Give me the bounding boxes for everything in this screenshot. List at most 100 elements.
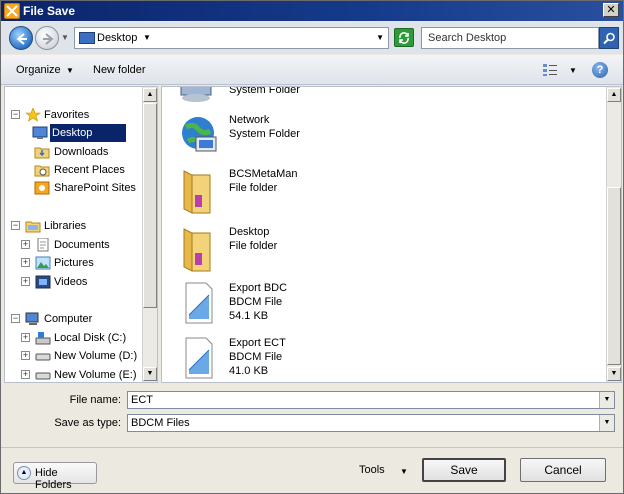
tools-button[interactable]: Tools: [359, 464, 385, 476]
refresh-button[interactable]: [394, 28, 414, 47]
expand-icon[interactable]: +: [21, 333, 30, 342]
drive-icon: [35, 368, 51, 382]
file-size: 41.0 KB: [229, 365, 269, 377]
videos-icon: [35, 275, 51, 289]
navigation-scrollbar[interactable]: ▲ ▼: [142, 87, 157, 382]
scroll-up-button[interactable]: ▲: [607, 88, 621, 102]
window-title: File Save: [23, 4, 76, 18]
scroll-up-button[interactable]: ▲: [143, 88, 157, 102]
hide-folders-button[interactable]: ▲ Hide Folders: [13, 462, 97, 491]
expand-icon[interactable]: +: [21, 277, 30, 286]
tree-label: New Volume (E:): [54, 369, 137, 381]
help-icon[interactable]: ?: [592, 62, 608, 78]
views-icon[interactable]: [542, 63, 558, 77]
address-dropdown-icon[interactable]: ▼: [376, 33, 384, 42]
breadcrumb-desktop[interactable]: Desktop: [97, 32, 137, 44]
network-icon: [178, 113, 218, 157]
file-name: Desktop: [229, 226, 270, 238]
drive-icon: [35, 349, 51, 363]
recent-places-icon: [34, 163, 50, 177]
file-name-value: ECT: [131, 394, 153, 406]
separator: [1, 447, 623, 448]
file-name-label: File name:: [69, 394, 121, 406]
scroll-down-button[interactable]: ▼: [143, 367, 157, 381]
new-folder-button[interactable]: New folder: [93, 64, 146, 76]
file-type: System Folder: [229, 128, 300, 140]
forward-button[interactable]: [35, 26, 59, 50]
app-icon: [4, 3, 20, 19]
tree-label: Videos: [54, 276, 88, 288]
organize-button[interactable]: Organize: [16, 64, 61, 76]
expand-icon[interactable]: +: [21, 351, 30, 360]
search-input[interactable]: Search Desktop: [421, 27, 599, 49]
file-name: BCSMetaMan: [229, 168, 298, 180]
pictures-icon: [35, 256, 51, 270]
star-icon: [25, 107, 41, 122]
folder-icon: [178, 225, 218, 272]
scroll-thumb[interactable]: [143, 103, 157, 308]
file-type: File folder: [229, 182, 278, 194]
computer-icon: [25, 312, 41, 326]
address-row: ▼ Desktop ▼ ▼ Search Desktop: [1, 22, 623, 54]
organize-dropdown-icon[interactable]: ▼: [66, 66, 74, 75]
libraries-icon: [25, 219, 41, 233]
file-name-dropdown-icon[interactable]: ▼: [599, 392, 614, 408]
tree-label: Documents: [54, 239, 110, 251]
file-type: BDCM File: [229, 351, 283, 363]
expand-icon[interactable]: +: [21, 258, 30, 267]
file-list-scrollbar[interactable]: ▲ ▼: [606, 87, 621, 382]
collapse-icon[interactable]: −: [11, 110, 20, 119]
tree-label: Computer: [44, 313, 93, 325]
file-type: File folder: [229, 240, 278, 252]
expand-icon[interactable]: +: [21, 370, 30, 379]
save-button[interactable]: Save: [422, 458, 506, 482]
file-name-input[interactable]: ECT ▼: [127, 391, 615, 409]
tree-label: Libraries: [44, 220, 87, 232]
file-list: System Folder Network System Folder BCSM…: [161, 86, 622, 383]
recent-pages-dropdown[interactable]: ▼: [61, 33, 69, 42]
tools-dropdown-icon[interactable]: ▼: [400, 467, 408, 476]
desktop-icon: [32, 126, 48, 140]
tree-label: Desktop: [50, 124, 127, 142]
folder-icon: [178, 167, 218, 214]
tree-label: New Volume (D:): [54, 350, 138, 362]
tree-label: Recent Places: [54, 164, 125, 176]
views-dropdown-icon[interactable]: ▼: [569, 66, 577, 75]
close-button[interactable]: ✕: [603, 3, 619, 17]
bdcm-file-icon: [178, 336, 218, 380]
address-bar[interactable]: Desktop ▼ ▼: [74, 27, 389, 49]
breadcrumb-arrow-icon[interactable]: ▼: [143, 33, 151, 42]
file-size: 54.1 KB: [229, 310, 269, 322]
tree-label: Pictures: [54, 257, 94, 269]
bdcm-file-icon: [178, 281, 218, 325]
save-as-type-value: BDCM Files: [131, 417, 190, 429]
save-as-type-label: Save as type:: [54, 417, 121, 429]
chevron-up-icon: ▲: [17, 466, 31, 480]
file-save-dialog: File Save ✕ ▼ Desktop ▼ ▼ Search Desktop…: [0, 0, 624, 494]
collapse-icon[interactable]: −: [11, 221, 20, 230]
save-as-type-dropdown-icon[interactable]: ▼: [599, 415, 614, 431]
file-name: Export ECT: [229, 337, 286, 349]
expand-icon[interactable]: +: [21, 240, 30, 249]
cancel-button[interactable]: Cancel: [520, 458, 606, 482]
collapse-icon[interactable]: −: [11, 314, 20, 323]
back-button[interactable]: [9, 26, 33, 50]
file-name: Network: [229, 114, 270, 126]
scroll-thumb[interactable]: [607, 187, 621, 365]
tree-desktop[interactable]: Desktop: [5, 124, 142, 142]
desktop-icon: [79, 32, 95, 44]
tree-label: Local Disk (C:): [54, 332, 127, 344]
title-bar[interactable]: File Save ✕: [1, 1, 623, 21]
command-bar: Organize ▼ New folder ▼ ?: [1, 55, 623, 85]
navigation-pane: − Favorites Desktop Downloads Recent Pla…: [4, 86, 158, 383]
tree-label: SharePoint Sites: [54, 182, 136, 194]
file-type: BDCM File: [229, 296, 283, 308]
tree-label: Downloads: [54, 146, 109, 158]
tree-label: Favorites: [44, 109, 90, 121]
sharepoint-icon: [34, 181, 50, 195]
search-button[interactable]: [599, 27, 619, 49]
file-name: Export BDC: [229, 282, 288, 294]
scroll-down-button[interactable]: ▼: [607, 367, 621, 381]
downloads-folder-icon: [34, 145, 50, 159]
save-as-type-select[interactable]: BDCM Files ▼: [127, 414, 615, 432]
